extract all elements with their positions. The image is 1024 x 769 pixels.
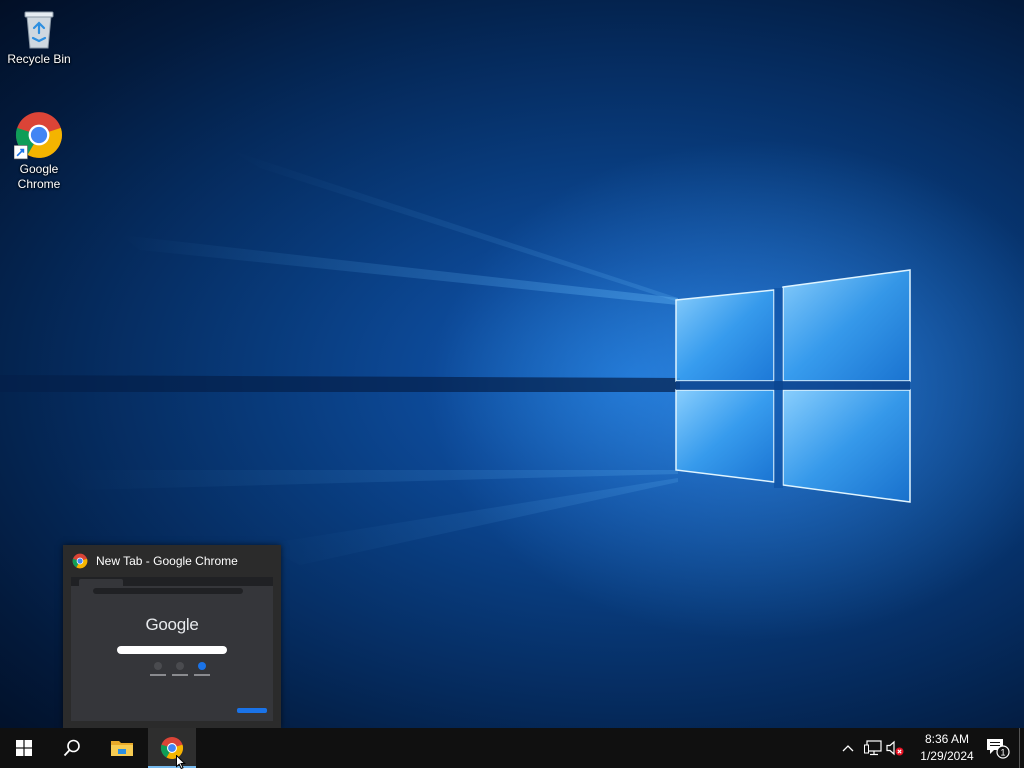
action-center-button[interactable]: 1 — [980, 728, 1016, 768]
chrome-icon — [14, 112, 62, 160]
preview-header: New Tab - Google Chrome — [63, 545, 281, 577]
chrome-thumbnail-preview[interactable]: New Tab - Google Chrome Google — [63, 545, 281, 728]
desktop-icon-label-line2: Chrome — [17, 177, 61, 191]
file-explorer-button[interactable] — [98, 728, 146, 768]
thumb-shortcut — [154, 662, 162, 670]
clock-time: 8:36 AM — [924, 732, 970, 746]
thumb-omnibox — [93, 588, 243, 594]
volume-muted-icon — [886, 740, 904, 756]
recycle-bin-icon — [24, 11, 54, 49]
start-button[interactable] — [0, 728, 48, 768]
desktop[interactable]: Recycle Bin Google Chrome New Tab - Goog… — [0, 0, 1024, 728]
mouse-cursor-icon — [176, 755, 186, 769]
thumb-search-box — [117, 646, 227, 654]
thumb-customize-button — [237, 708, 267, 713]
search-icon — [63, 739, 80, 757]
preview-thumbnail[interactable]: Google — [71, 577, 273, 721]
folder-icon — [111, 741, 133, 756]
show-hidden-icons-button[interactable] — [838, 728, 858, 768]
clock-date: 1/29/2024 — [920, 749, 974, 763]
desktop-icon-google-chrome[interactable]: Google Chrome — [1, 110, 77, 192]
thumb-tab-bar — [71, 577, 273, 586]
notification-count: 1 — [1000, 748, 1005, 758]
clock[interactable]: 8:36 AM 1/29/2024 — [906, 728, 988, 768]
desktop-icon-label: Recycle Bin — [7, 52, 71, 66]
notification-icon: 1 — [987, 739, 1010, 759]
windows-logo-icon — [16, 740, 32, 756]
desktop-icon-label-line1: Google — [19, 162, 59, 176]
thumb-tab — [79, 579, 123, 586]
thumb-google-logo: Google — [145, 615, 199, 634]
show-desktop-button[interactable] — [1019, 728, 1024, 768]
chrome-taskbar-button[interactable] — [148, 728, 196, 768]
thumb-shortcut-label — [150, 674, 166, 676]
thumb-shortcut — [198, 662, 206, 670]
chrome-icon — [72, 553, 88, 569]
search-button[interactable] — [48, 728, 96, 768]
thumb-shortcut-label — [172, 674, 188, 676]
volume-button[interactable] — [884, 728, 906, 768]
desktop-icon-recycle-bin[interactable]: Recycle Bin — [1, 6, 77, 67]
network-button[interactable] — [862, 728, 884, 768]
chevron-up-icon — [842, 745, 854, 752]
taskbar: 8:36 AM 1/29/2024 1 — [0, 728, 1024, 768]
thumb-shortcut-label — [194, 674, 210, 676]
network-icon — [864, 740, 882, 756]
thumb-shortcut — [176, 662, 184, 670]
preview-title: New Tab - Google Chrome — [96, 554, 238, 568]
